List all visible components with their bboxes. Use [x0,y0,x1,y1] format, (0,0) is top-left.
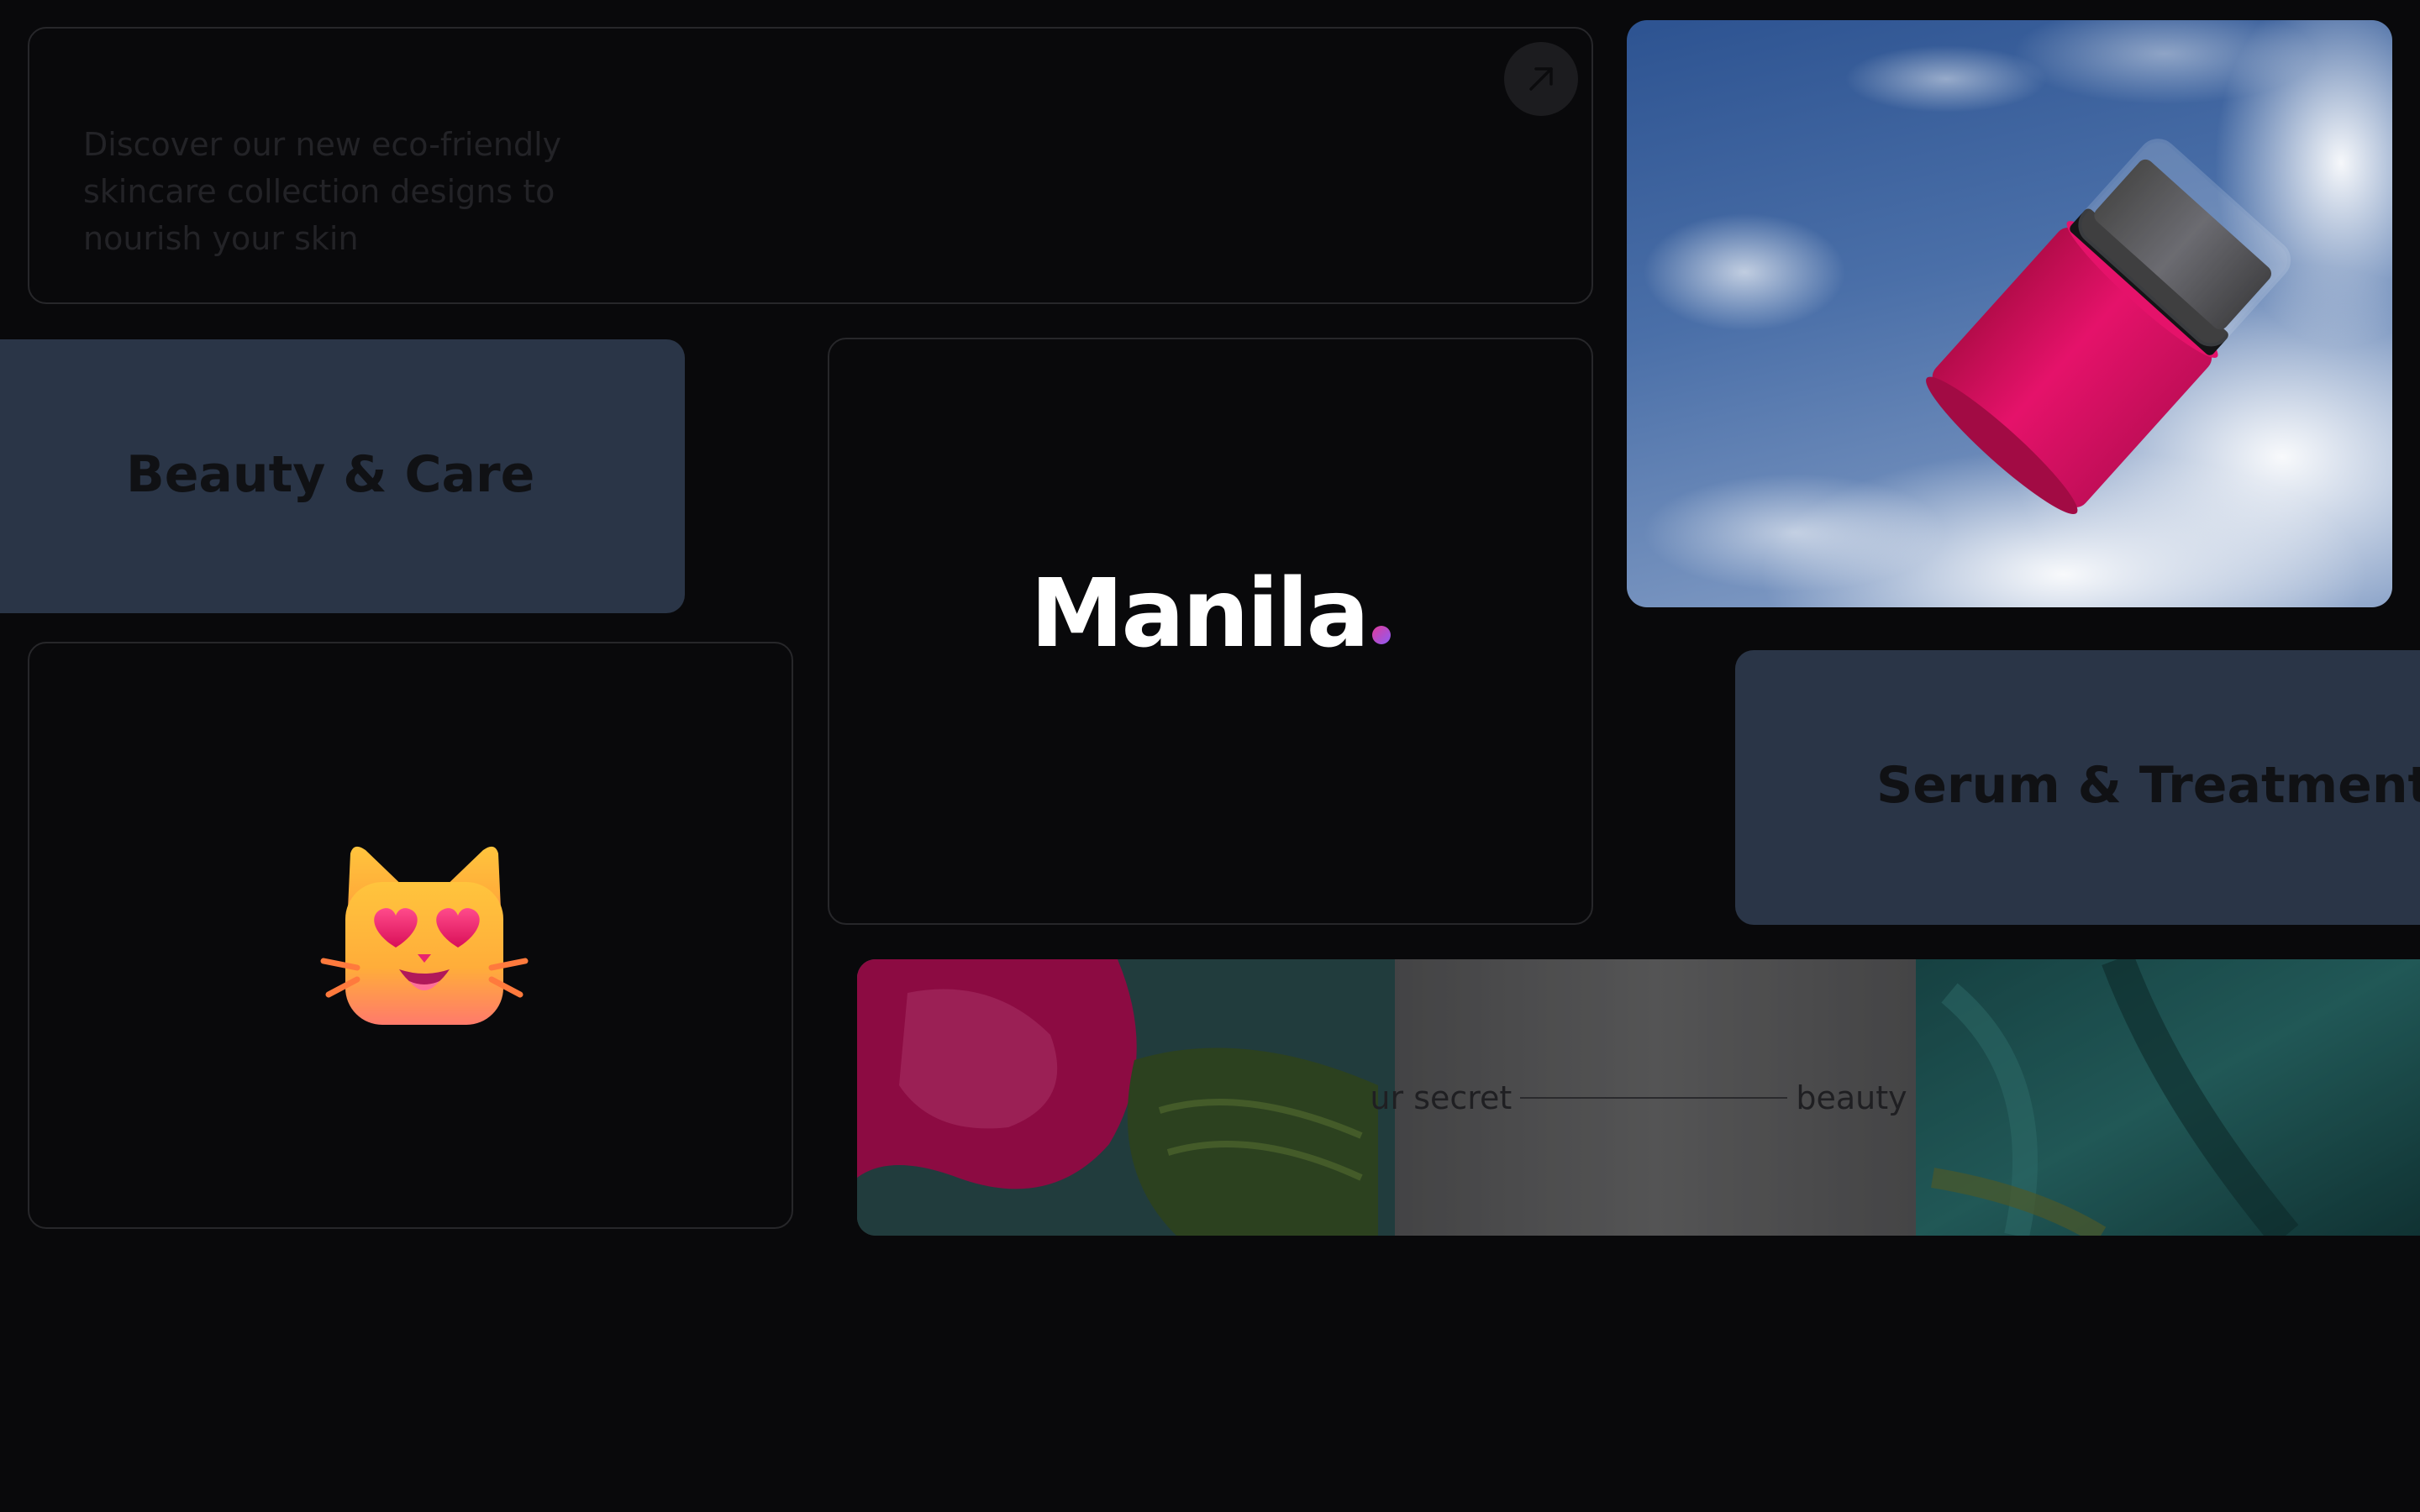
brand-dot [1372,626,1392,644]
arrow-up-right-icon [1529,67,1553,91]
brand-card: Manila [828,338,1593,925]
emoji-card [28,642,793,1229]
smiling-cat-heart-eyes-icon [320,846,529,1025]
brand-logo: Manila [829,559,1591,669]
category-card-serum[interactable]: Serum & Treatment [1735,650,2420,925]
product-photo-sky [1627,20,2392,607]
brand-name: Manila [1029,559,1370,669]
tagline-right: beauty [1796,1079,1907,1116]
serum-bottle-image [1627,20,2392,607]
tagline-divider [1520,1096,1788,1099]
category-card-beauty[interactable]: Beauty & Care [0,339,685,613]
category-title-serum: Serum & Treatment [1876,756,2420,815]
banner-tagline: ur secret beauty [857,959,2420,1236]
promo-text: Discover our new eco-friendly skincare c… [83,126,562,257]
banner-image: ur secret beauty [857,959,2420,1236]
tagline-left: ur secret [1370,1079,1512,1116]
page: Discover our new eco-friendly skincare c… [0,0,2420,1512]
promo-card[interactable]: Discover our new eco-friendly skincare c… [28,27,1593,304]
open-link-button[interactable] [1504,42,1578,116]
category-title-beauty: Beauty & Care [126,445,535,504]
